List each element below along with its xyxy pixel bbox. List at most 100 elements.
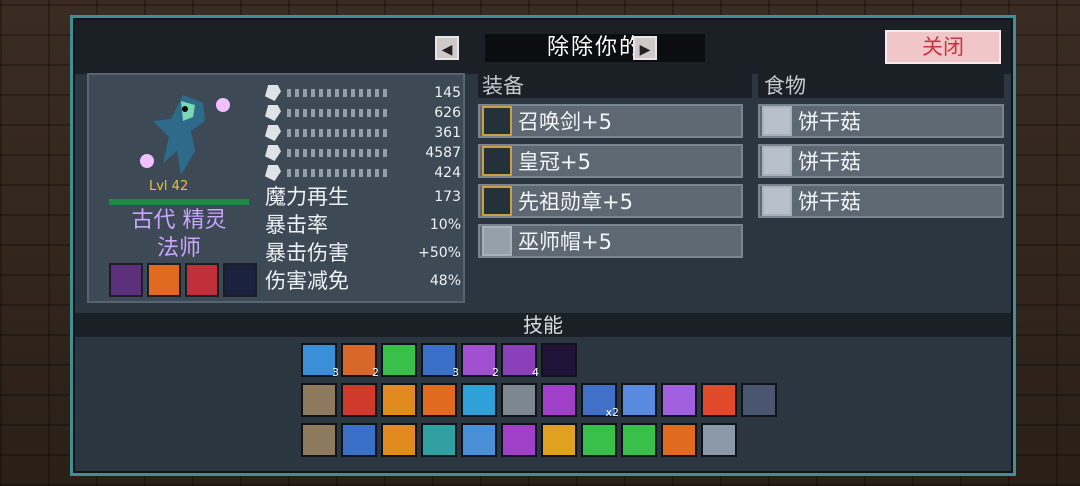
title-bar: ◀ 除除你的 ▶ 关闭 (75, 20, 1011, 74)
skill-icon[interactable] (621, 423, 657, 457)
food-label: 饼干菇 (798, 110, 861, 134)
character-panel: ◀ 除除你的 ▶ 关闭 Lvl 42 古代 精灵 法师 145 626 361 (70, 15, 1016, 476)
equipment-label: 先祖勋章+5 (518, 190, 633, 214)
stat-value: 48% (429, 273, 461, 289)
cloak-shield-icon[interactable] (185, 263, 219, 297)
skill-icon[interactable]: 3 (301, 343, 339, 379)
active-skills-row: 3 2 3 2 4 (301, 343, 577, 379)
shield-icon (265, 125, 281, 141)
stat-bar (287, 129, 391, 137)
food-slot[interactable]: 饼干菇 (758, 144, 1004, 178)
skill-count: x2 (605, 406, 619, 419)
mushroom-icon (762, 106, 792, 136)
skill-icon[interactable] (381, 343, 417, 377)
equipment-label: 巫师帽+5 (518, 230, 612, 254)
secondary-stat-row: 暴击伤害 +50% (265, 239, 461, 267)
stat-bar (287, 169, 391, 177)
skill-icon[interactable] (301, 423, 337, 457)
sword-icon (265, 85, 281, 101)
skill-icon[interactable] (541, 423, 577, 457)
equipment-label: 皇冠+5 (518, 150, 591, 174)
secondary-stats: 魔力再生 173 暴击率 10% 暴击伤害 +50% 伤害减免 48% (265, 183, 461, 295)
equipment-header: 装备 (478, 74, 752, 98)
passive-skills-row: x2 (301, 383, 777, 419)
stat-label: 魔力再生 (265, 185, 349, 209)
skill-icon[interactable] (501, 423, 537, 457)
skill-icon[interactable] (541, 383, 577, 417)
skill-icon[interactable] (341, 423, 377, 457)
next-character-button[interactable]: ▶ (633, 36, 657, 60)
hat-icon (482, 226, 512, 256)
skill-count: 3 (452, 366, 459, 379)
stat-bar (287, 149, 391, 157)
skill-icon[interactable] (701, 383, 737, 417)
skill-icon[interactable] (421, 383, 457, 417)
skill-icon[interactable]: x2 (581, 383, 619, 419)
skill-icon[interactable]: 2 (341, 343, 379, 379)
stat-row: 424 (265, 163, 461, 183)
equipment-slot[interactable]: 先祖勋章+5 (478, 184, 743, 218)
wand-icon (265, 105, 281, 121)
secondary-stat-row: 暴击率 10% (265, 211, 461, 239)
stat-bar (287, 109, 391, 117)
food-header: 食物 (758, 74, 1004, 98)
stat-value: 4587 (425, 145, 461, 161)
skill-icon[interactable] (301, 383, 337, 417)
skill-icon[interactable] (661, 423, 697, 457)
skill-icon[interactable] (341, 383, 377, 417)
skill-icon[interactable] (381, 383, 417, 417)
level-label: Lvl 42 (149, 179, 189, 194)
mushroom-icon (762, 186, 792, 216)
mushroom-icon (762, 146, 792, 176)
crown-icon (482, 146, 512, 176)
passive-skills-row (301, 423, 737, 457)
stat-label: 暴击伤害 (265, 241, 349, 265)
skill-icon[interactable] (501, 383, 537, 417)
stat-list: 145 626 361 4587 424 (265, 83, 461, 183)
spiral-buff-icon[interactable] (109, 263, 143, 297)
stat-label: 伤害减免 (265, 269, 349, 293)
skill-count: 2 (372, 366, 379, 379)
equipment-slot[interactable]: 巫师帽+5 (478, 224, 743, 258)
stat-bar (287, 89, 391, 97)
close-button[interactable]: 关闭 (885, 30, 1001, 64)
skill-icon[interactable]: 4 (501, 343, 539, 379)
equipment-slot[interactable]: 皇冠+5 (478, 144, 743, 178)
equipment-slot[interactable]: 召唤剑+5 (478, 104, 743, 138)
skill-count: 4 (532, 366, 539, 379)
character-name: 古代 精灵 法师 (109, 207, 249, 263)
skill-icon[interactable] (421, 423, 457, 457)
secondary-stat-row: 伤害减免 48% (265, 267, 461, 295)
stat-value: 173 (434, 189, 461, 205)
prev-character-button[interactable]: ◀ (435, 36, 459, 60)
moon-icon[interactable] (223, 263, 257, 297)
stat-value: 145 (434, 85, 461, 101)
skill-icon[interactable]: 2 (461, 343, 499, 379)
skill-icon[interactable] (461, 383, 497, 417)
character-name-line2: 法师 (156, 236, 201, 261)
stat-value: 626 (434, 105, 461, 121)
skill-icon[interactable] (581, 423, 617, 457)
skill-icon[interactable]: 3 (421, 343, 459, 379)
status-effects (109, 263, 257, 297)
sword-icon (482, 106, 512, 136)
mana-icon (265, 165, 281, 181)
skill-count: 2 (492, 366, 499, 379)
food-slot[interactable]: 饼干菇 (758, 184, 1004, 218)
skill-icon[interactable] (661, 383, 697, 417)
stat-value: 10% (429, 217, 461, 233)
skill-icon[interactable] (621, 383, 657, 417)
character-sprite (140, 95, 230, 175)
skill-count: 3 (332, 366, 339, 379)
skill-icon[interactable] (741, 383, 777, 417)
food-slot[interactable]: 饼干菇 (758, 104, 1004, 138)
skill-icon[interactable] (461, 423, 497, 457)
fire-shield-icon[interactable] (147, 263, 181, 297)
secondary-stat-row: 魔力再生 173 (265, 183, 461, 211)
skill-icon[interactable] (541, 343, 577, 377)
stat-value: 424 (434, 165, 461, 181)
stat-row: 4587 (265, 143, 461, 163)
skill-icon[interactable] (381, 423, 417, 457)
stat-value: 361 (434, 125, 461, 141)
skill-icon[interactable] (701, 423, 737, 457)
